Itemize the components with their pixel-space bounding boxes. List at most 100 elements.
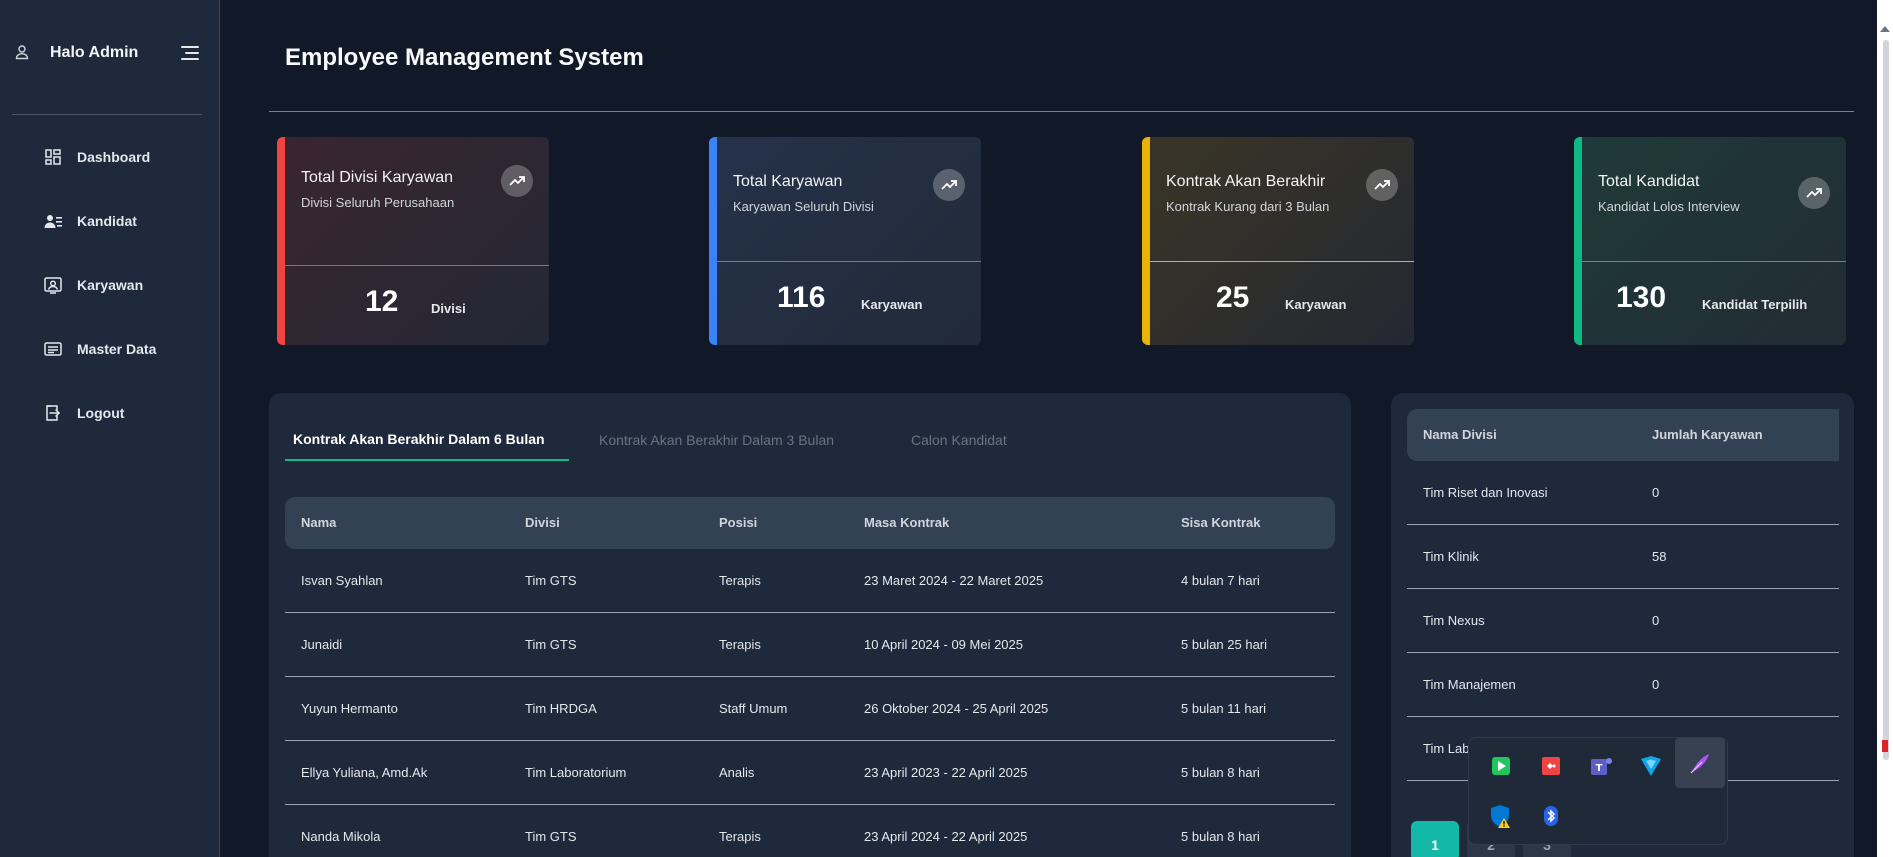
card-value: 130 [1616, 281, 1667, 314]
anydesk-icon[interactable] [1535, 750, 1567, 782]
stat-card-kontrak: Kontrak Akan Berakhir Kontrak Kurang dar… [1142, 137, 1414, 345]
cell-nama: Isvan Syahlan [301, 573, 383, 588]
trend-up-icon [1366, 169, 1398, 201]
cell-posisi: Staff Umum [719, 701, 788, 716]
contracts-table-header: Nama Divisi Posisi Masa Kontrak Sisa Kon… [285, 497, 1335, 549]
tab-calon-kandidat[interactable]: Calon Kandidat [911, 421, 1007, 461]
logout-icon [46, 405, 61, 421]
stat-card-divisi: Total Divisi Karyawan Divisi Seluruh Per… [277, 137, 549, 345]
defender-warning-icon[interactable] [1485, 800, 1517, 832]
title-divider [269, 111, 1854, 112]
table-row[interactable]: Tim Nexus 0 [1407, 589, 1839, 653]
column-header-sisa-kontrak[interactable]: Sisa Kontrak [1181, 515, 1260, 530]
tab-kontrak-6-bulan[interactable]: Kontrak Akan Berakhir Dalam 6 Bulan [285, 421, 569, 461]
divisions-table-header: Nama Divisi Jumlah Karyawan [1407, 409, 1839, 461]
card-unit: Divisi [431, 301, 466, 316]
table-row[interactable]: Ellya Yuliana, Amd.Ak Tim Laboratorium A… [285, 741, 1335, 805]
cell-sisa-kontrak: 5 bulan 8 hari [1181, 765, 1260, 780]
database-card-icon [44, 342, 62, 356]
scrollbar-thumb[interactable] [1883, 40, 1889, 760]
card-accent-bar [709, 137, 717, 345]
card-value: 12 [365, 285, 399, 318]
scroll-up-arrow-icon[interactable] [1880, 26, 1890, 32]
cell-divisi: Tim HRDGA [525, 701, 597, 716]
stat-card-karyawan: Total Karyawan Karyawan Seluruh Divisi 1… [709, 137, 981, 345]
cell-divisi: Tim GTS [525, 637, 577, 652]
bluetooth-icon[interactable] [1535, 800, 1567, 832]
cell-nama-divisi: Tim Klinik [1423, 549, 1479, 564]
stat-card-kandidat: Total Kandidat Kandidat Lolos Interview … [1574, 137, 1846, 345]
table-row[interactable]: Nanda Mikola Tim GTS Terapis 23 April 20… [285, 805, 1335, 857]
feather-icon [1690, 754, 1709, 774]
tray-highlight[interactable] [1675, 738, 1725, 788]
cell-jumlah-karyawan: 0 [1652, 677, 1660, 692]
sidebar-divider [12, 114, 202, 115]
cell-masa-kontrak: 23 Maret 2024 - 22 Maret 2025 [864, 573, 1044, 588]
cell-nama: Yuyun Hermanto [301, 701, 398, 716]
card-subtitle: Divisi Seluruh Perusahaan [301, 195, 455, 210]
column-header-masa-kontrak[interactable]: Masa Kontrak [864, 515, 949, 530]
column-header-posisi[interactable]: Posisi [719, 515, 757, 530]
cell-divisi: Tim Laboratorium [525, 765, 627, 780]
cell-sisa-kontrak: 5 bulan 25 hari [1181, 637, 1268, 652]
column-header-nama[interactable]: Nama [301, 515, 336, 530]
main-content: Employee Management System Total Divisi … [221, 0, 1893, 857]
card-value: 25 [1216, 281, 1250, 314]
table-row[interactable]: Yuyun Hermanto Tim HRDGA Staff Umum 26 O… [285, 677, 1335, 741]
cell-masa-kontrak: 26 Oktober 2024 - 25 April 2025 [864, 701, 1049, 716]
cell-masa-kontrak: 23 April 2023 - 22 April 2025 [864, 765, 1028, 780]
scrollbar-marker [1882, 740, 1888, 752]
media-player-icon[interactable] [1485, 750, 1517, 782]
sidebar-item-karyawan[interactable]: Karyawan [0, 264, 220, 304]
card-divider [1582, 261, 1846, 262]
employee-badge-icon [44, 277, 62, 294]
vpn-shield-icon[interactable] [1635, 750, 1667, 782]
cell-nama: Nanda Mikola [301, 829, 381, 844]
table-row[interactable]: Tim Klinik 58 [1407, 525, 1839, 589]
cell-nama: Junaidi [301, 637, 343, 652]
user-list-icon [44, 215, 62, 228]
sidebar-title: Halo Admin [50, 44, 139, 61]
cell-divisi: Tim GTS [525, 573, 577, 588]
page-title: Employee Management System [285, 44, 644, 71]
table-row[interactable]: Junaidi Tim GTS Terapis 10 April 2024 - … [285, 613, 1335, 677]
cell-jumlah-karyawan: 0 [1652, 485, 1660, 500]
tab-kontrak-3-bulan[interactable]: Kontrak Akan Berakhir Dalam 3 Bulan [599, 421, 834, 461]
card-accent-bar [1574, 137, 1582, 345]
cell-sisa-kontrak: 4 bulan 7 hari [1181, 573, 1260, 588]
table-row[interactable]: Isvan Syahlan Tim GTS Terapis 23 Maret 2… [285, 549, 1335, 613]
card-accent-bar [1142, 137, 1150, 345]
dashboard-icon [45, 149, 61, 165]
sidebar-item-dashboard[interactable]: Dashboard [0, 136, 220, 176]
teams-icon[interactable]: T [1585, 750, 1617, 782]
card-unit: Karyawan [861, 297, 923, 312]
cell-sisa-kontrak: 5 bulan 11 hari [1181, 701, 1267, 716]
sidebar-item-label: Kandidat [77, 213, 137, 229]
column-header-divisi[interactable]: Divisi [525, 515, 560, 530]
cell-nama-divisi: Tim Riset dan Inovasi [1423, 485, 1548, 500]
pagination-page-1[interactable]: 1 [1411, 821, 1459, 857]
card-title: Kontrak Akan Berakhir [1166, 173, 1326, 190]
table-row[interactable]: Tim Riset dan Inovasi 0 [1407, 461, 1839, 525]
sidebar-item-kandidat[interactable]: Kandidat [0, 200, 220, 240]
cell-posisi: Terapis [719, 637, 761, 652]
sidebar-item-label: Logout [77, 405, 125, 421]
cell-masa-kontrak: 10 April 2024 - 09 Mei 2025 [864, 637, 1023, 652]
cell-posisi: Analis [719, 765, 755, 780]
sidebar-item-master-data[interactable]: Master Data [0, 328, 220, 368]
card-divider [717, 261, 981, 262]
column-header-nama-divisi[interactable]: Nama Divisi [1423, 427, 1497, 442]
sidebar-item-logout[interactable]: Logout [0, 392, 220, 432]
cell-jumlah-karyawan: 0 [1652, 613, 1660, 628]
cell-nama-divisi: Tim Lab [1423, 741, 1470, 756]
column-header-jumlah-karyawan[interactable]: Jumlah Karyawan [1652, 427, 1763, 442]
table-row[interactable]: Tim Manajemen 0 [1407, 653, 1839, 717]
hamburger-menu-icon[interactable] [180, 44, 200, 62]
card-unit: Kandidat Terpilih [1702, 297, 1808, 312]
card-title: Total Kandidat [1598, 173, 1700, 190]
card-divider [1150, 261, 1414, 262]
cell-nama-divisi: Tim Nexus [1423, 613, 1485, 628]
trend-up-icon [1798, 177, 1830, 209]
sidebar-item-label: Master Data [77, 341, 157, 357]
cell-nama-divisi: Tim Manajemen [1423, 677, 1516, 692]
